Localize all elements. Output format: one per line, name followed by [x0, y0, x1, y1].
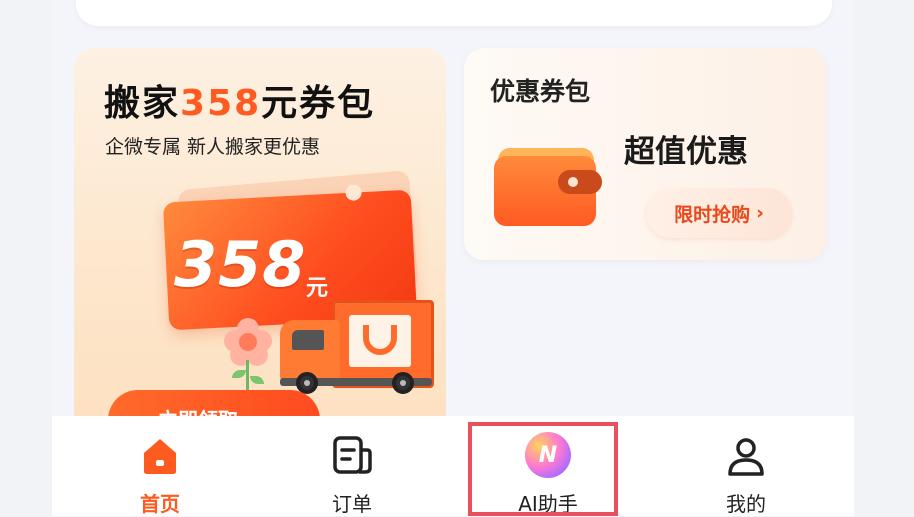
promo-subtitle: 企微专属 新人搬家更优惠	[105, 136, 321, 158]
tab-home-label: 首页	[140, 492, 180, 516]
orders-icon	[333, 436, 372, 474]
chevron-right-icon: ›	[756, 202, 764, 224]
promo-title-prefix: 搬家	[104, 83, 181, 124]
bottom-tab-bar: 首页 订单 N AI助手 我的	[52, 416, 854, 516]
promo-title-number: 358	[180, 83, 262, 124]
ticket-unit: 元	[306, 276, 329, 301]
coupon-pack-headline: 超值优惠	[624, 134, 748, 170]
ai-assistant-highlight-box	[468, 422, 618, 516]
limited-time-buy-label: 限时抢购	[674, 203, 751, 226]
coupon-pack-title: 优惠券包	[490, 77, 591, 106]
top-card[interactable]	[76, 0, 832, 26]
wheel-icon	[392, 372, 414, 394]
coupon-pack-card[interactable]: 优惠券包 超值优惠 限时抢购 ›	[464, 48, 826, 260]
moving-coupon-promo-card[interactable]: 搬家358元券包 企微专属 新人搬家更优惠 358 元 立即领取	[74, 48, 446, 438]
promo-title: 搬家358元券包	[104, 74, 375, 126]
tab-profile-label: 我的	[726, 492, 766, 516]
truck-icon	[332, 300, 434, 388]
flower-stem	[246, 360, 249, 390]
tab-orders-label: 订单	[332, 492, 372, 516]
tab-home[interactable]: 首页	[70, 416, 250, 516]
brand-logo-icon	[363, 325, 397, 355]
wallet-clasp	[558, 170, 602, 194]
tab-orders[interactable]: 订单	[262, 416, 442, 516]
limited-time-buy-button[interactable]: 限时抢购 ›	[646, 188, 792, 238]
tab-profile[interactable]: 我的	[656, 416, 836, 516]
ticket-notch	[345, 184, 362, 201]
wallet-clasp-dot	[568, 177, 578, 187]
flower-icon	[224, 318, 272, 366]
home-icon	[144, 439, 176, 474]
leaf-icon	[250, 376, 264, 384]
ticket-amount: 358	[174, 228, 307, 301]
leaf-icon	[232, 370, 246, 378]
promo-title-suffix: 元券包	[261, 83, 376, 124]
profile-icon	[728, 438, 764, 476]
